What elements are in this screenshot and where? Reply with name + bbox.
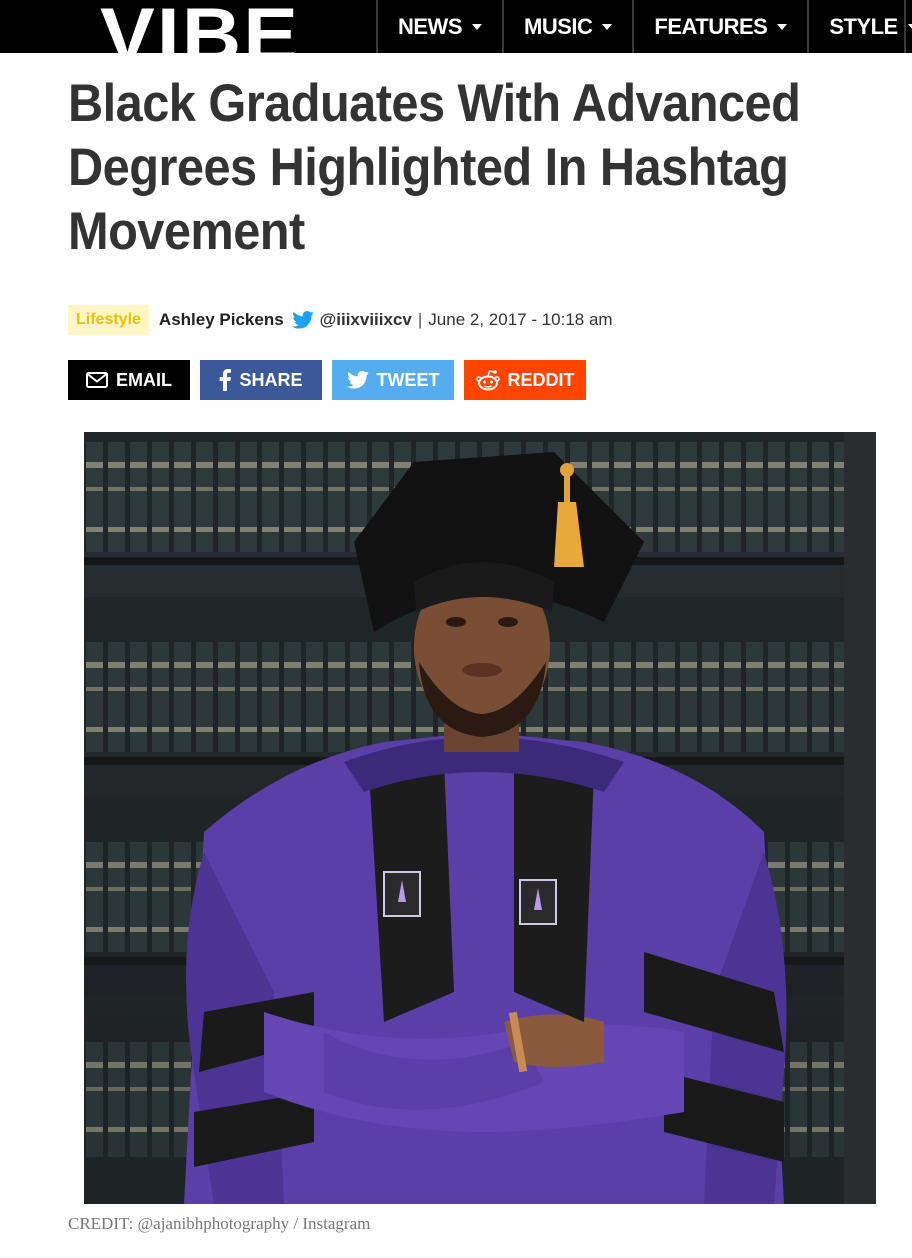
twitter-share-label: TWEET [376, 369, 440, 390]
facebook-icon [220, 369, 232, 391]
email-share-button[interactable]: EMAIL [68, 360, 190, 400]
email-share-label: EMAIL [116, 369, 172, 390]
author-twitter-handle[interactable]: @iiixviiixcv [320, 310, 412, 330]
main-nav: NEWS MUSIC FEATURES STYLE [376, 0, 912, 53]
graduate-photo-illustration [84, 432, 876, 1204]
article-hero-photo[interactable] [84, 432, 876, 1204]
publish-date: June 2, 2017 - 10:18 am [428, 310, 613, 329]
reddit-icon [475, 370, 500, 391]
twitter-bird-icon [291, 311, 314, 329]
reddit-share-label: REDDIT [507, 369, 575, 390]
category-tag[interactable]: Lifestyle [68, 305, 149, 335]
facebook-share-label: SHARE [239, 369, 303, 390]
twitter-share-button[interactable]: TWEET [332, 360, 454, 400]
facebook-share-button[interactable]: SHARE [200, 360, 322, 400]
author-name[interactable]: Ashley Pickens [159, 310, 284, 330]
twitter-bird-icon [346, 371, 369, 389]
site-header: VIBE NEWS MUSIC FEATURES STYLE [0, 0, 912, 53]
chevron-down-icon [472, 23, 482, 30]
chevron-down-icon [602, 23, 613, 30]
chevron-down-icon [777, 23, 788, 30]
article-title: Black Graduates With Advanced Degrees Hi… [68, 74, 801, 261]
site-logo[interactable]: VIBE [100, 0, 315, 53]
nav-news[interactable]: NEWS [376, 0, 502, 53]
share-bar: EMAIL SHARE TWEET REDDIT [68, 360, 596, 400]
reddit-share-button[interactable]: REDDIT [464, 360, 586, 400]
nav-divider [904, 0, 912, 53]
nav-features[interactable]: FEATURES [632, 0, 807, 53]
nav-news-label: NEWS [398, 13, 463, 39]
nav-music[interactable]: MUSIC [502, 0, 632, 53]
nav-features-label: FEATURES [654, 13, 768, 39]
meta-separator: | [417, 310, 423, 329]
article-meta: Lifestyle Ashley Pickens @iiixviiixcv | … [68, 303, 613, 337]
envelope-icon [86, 372, 108, 388]
image-credit: CREDIT: @ajanibhphotography / Instagram [68, 1214, 371, 1233]
nav-style[interactable]: STYLE [807, 0, 912, 53]
nav-style-label: STYLE [829, 13, 898, 39]
logo-text: VIBE [100, 0, 301, 53]
nav-music-label: MUSIC [524, 13, 593, 39]
